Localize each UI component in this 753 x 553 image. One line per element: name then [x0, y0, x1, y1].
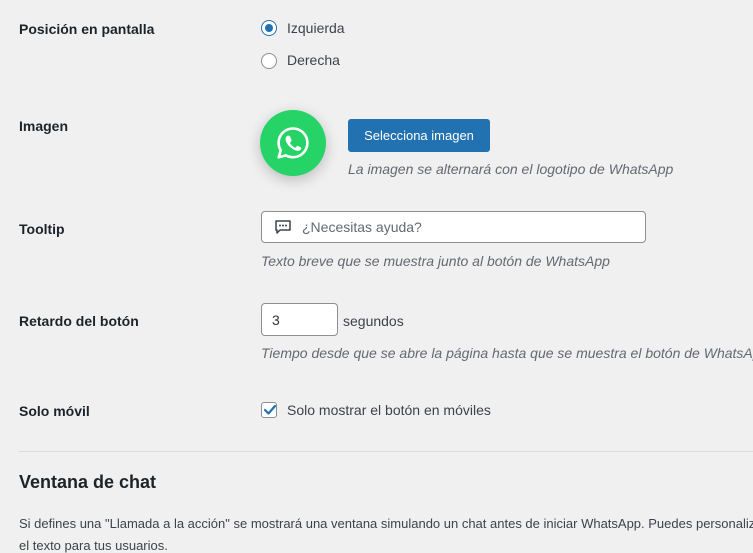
radio-izquierda-label[interactable]: Izquierda: [287, 20, 345, 36]
image-label: Imagen: [19, 118, 69, 134]
mobile-only-label: Solo móvil: [19, 403, 90, 419]
tooltip-label: Tooltip: [19, 221, 65, 237]
radio-derecha-label[interactable]: Derecha: [287, 52, 340, 68]
chat-window-title: Ventana de chat: [19, 472, 157, 492]
checkmark-icon: [263, 404, 277, 415]
select-image-button[interactable]: Selecciona imagen: [348, 119, 490, 152]
delay-description: Tiempo desde que se abre la página hasta…: [261, 345, 753, 361]
radio-derecha[interactable]: [261, 53, 277, 69]
radio-izquierda[interactable]: [261, 20, 277, 36]
delay-label: Retardo del botón: [19, 313, 139, 329]
delay-unit: segundos: [343, 313, 404, 329]
whatsapp-logo: [260, 110, 326, 176]
mobile-only-checkbox[interactable]: [261, 402, 277, 418]
image-description: La imagen se alternará con el logotipo d…: [348, 161, 674, 177]
chat-window-description: Si defines una "Llamada a la acción" se …: [19, 516, 753, 553]
whatsapp-icon: [277, 127, 309, 159]
settings-page: Posición en pantalla Izquierda Derecha I…: [0, 0, 753, 553]
mobile-only-checkbox-label[interactable]: Solo mostrar el botón en móviles: [287, 402, 491, 418]
tooltip-field[interactable]: [261, 211, 646, 243]
tooltip-input[interactable]: [302, 212, 637, 242]
position-label: Posición en pantalla: [19, 21, 155, 37]
tooltip-description: Texto breve que se muestra junto al botó…: [261, 253, 610, 269]
chat-bubble-icon: [275, 220, 291, 234]
delay-input[interactable]: [261, 303, 338, 336]
section-divider: [19, 451, 753, 452]
